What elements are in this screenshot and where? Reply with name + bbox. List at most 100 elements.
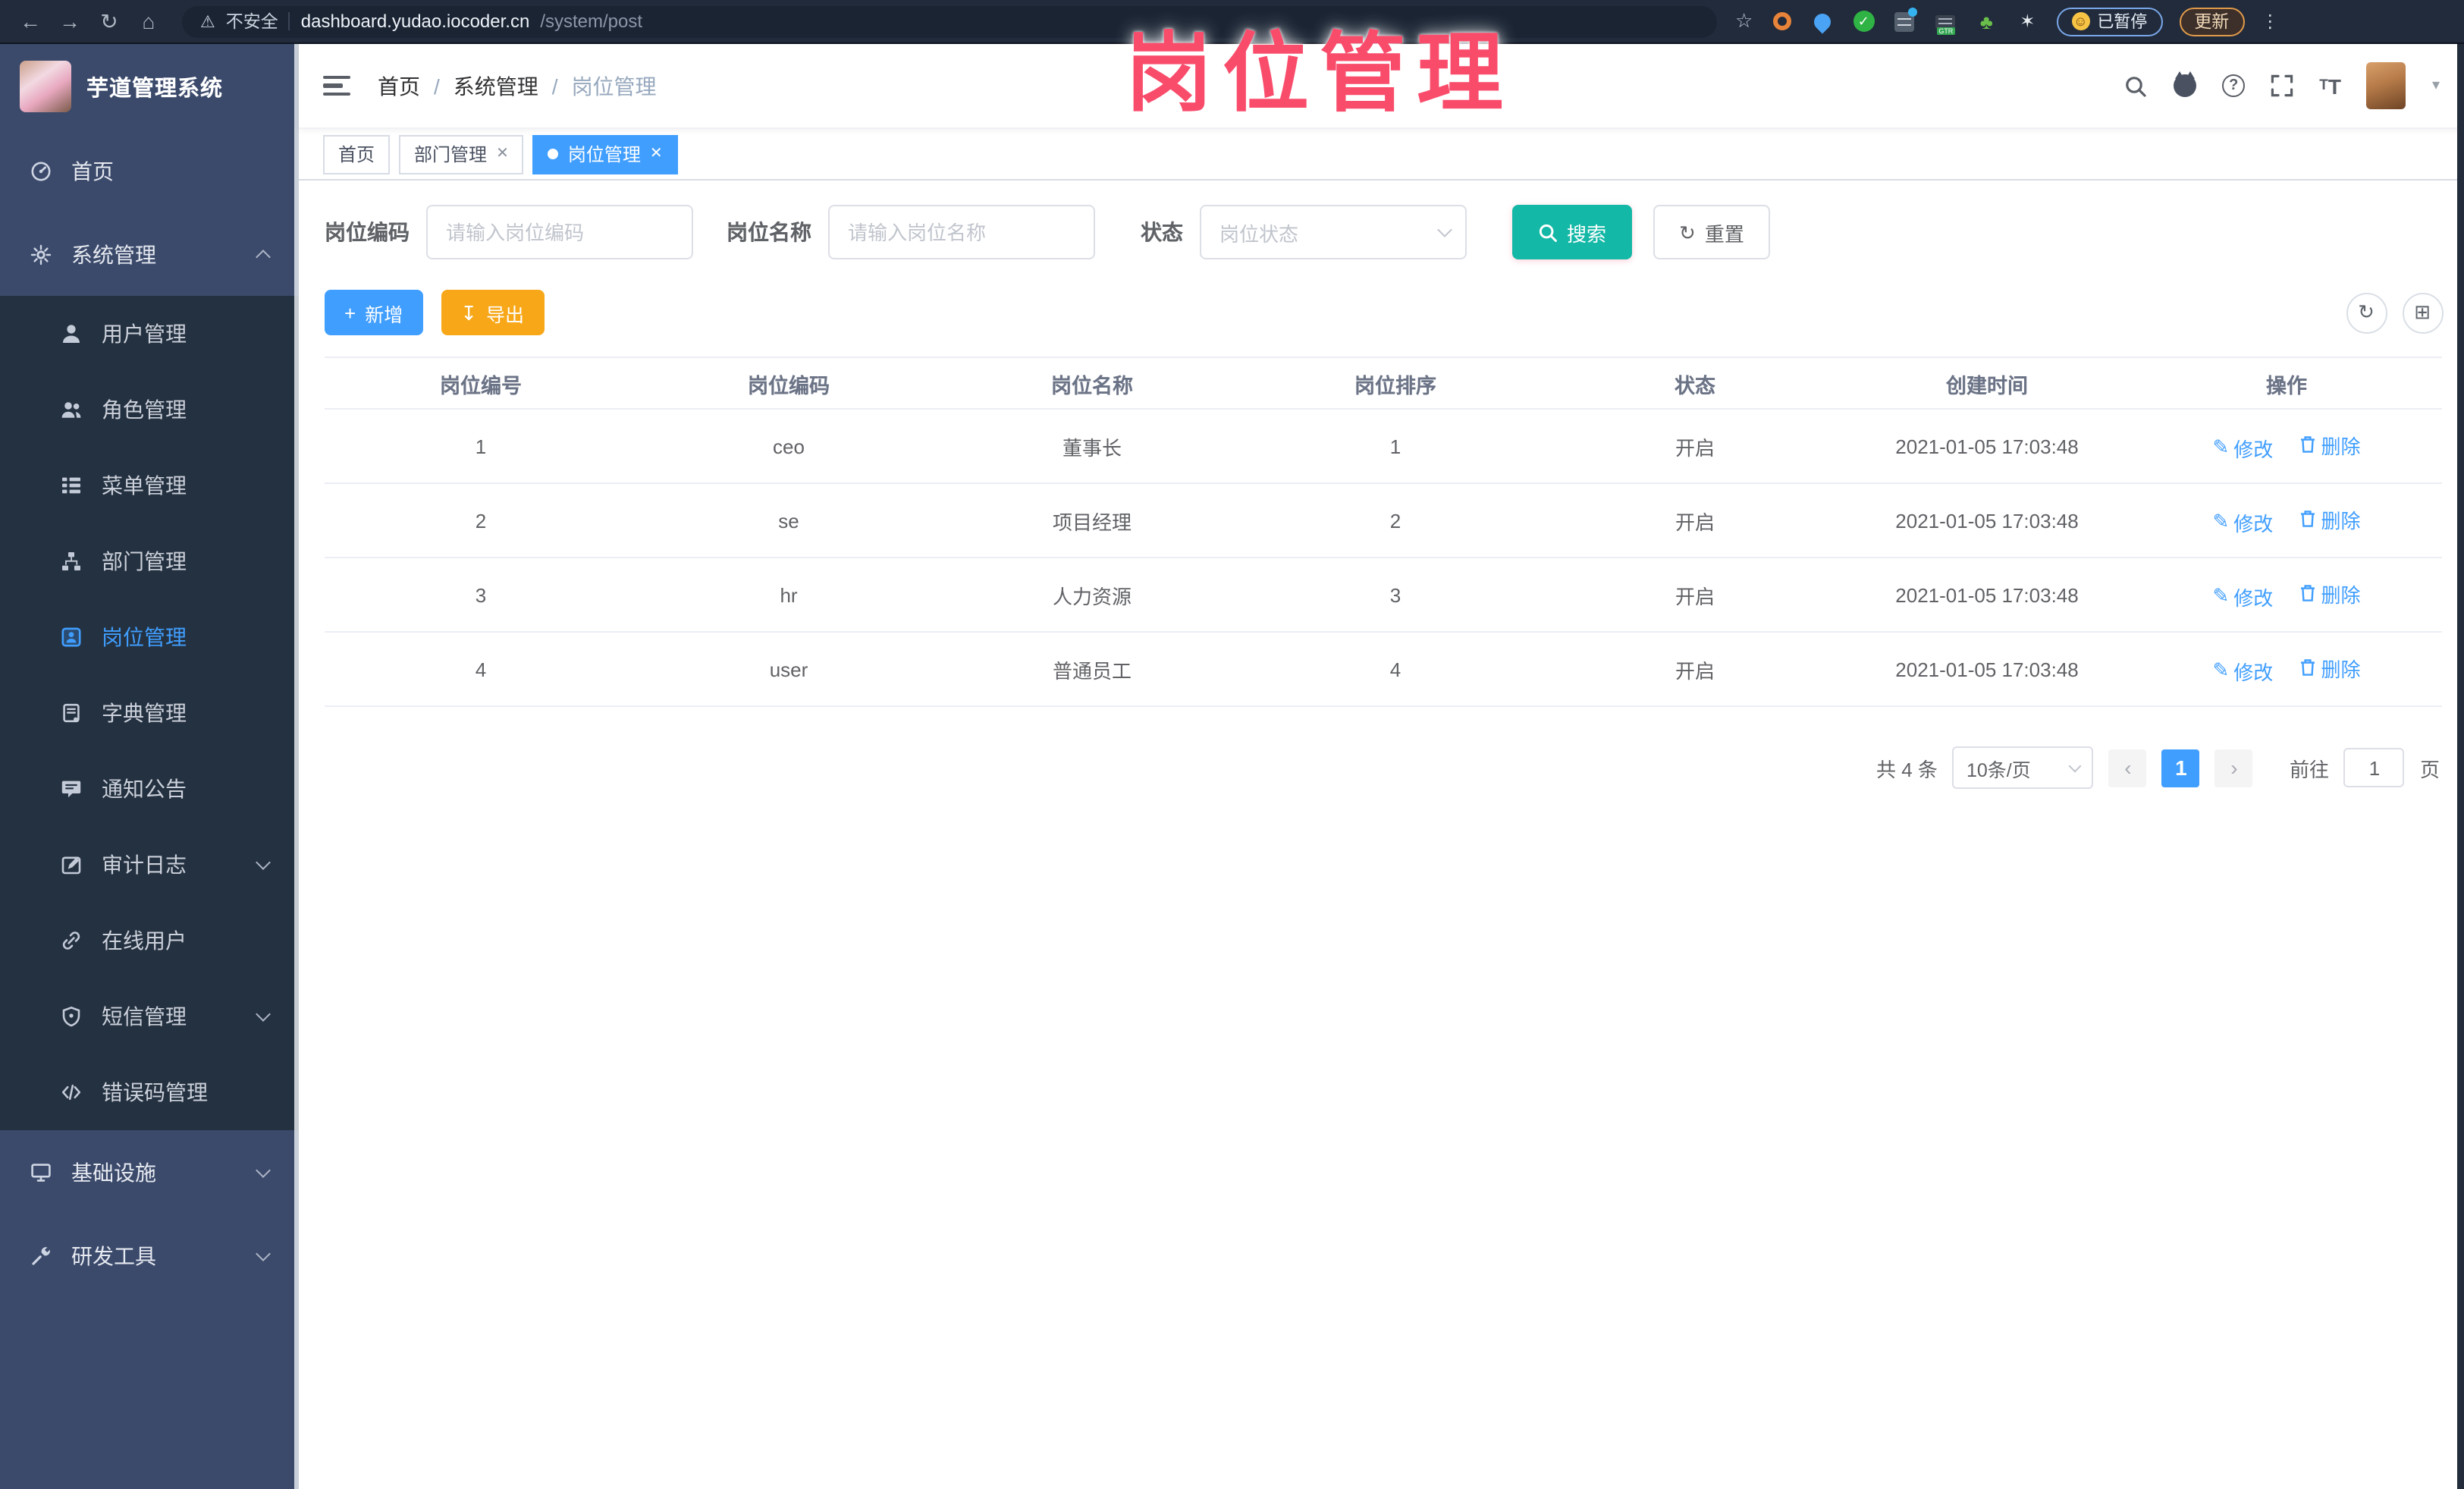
post-badge-icon [61, 627, 82, 648]
extension-check-icon[interactable]: ✓ [1851, 9, 1875, 33]
pencil-icon: ✎ [2212, 658, 2230, 681]
tab-label: 首页 [338, 144, 375, 165]
edit-link[interactable]: ✎ 修改 [2212, 507, 2273, 536]
trash-icon [2301, 436, 2315, 453]
post-code-label: 岗位编码 [325, 220, 410, 244]
cell-post-id: 3 [325, 558, 637, 633]
goto-page-input[interactable] [2343, 748, 2405, 787]
list-icon [61, 475, 82, 496]
cell-post-code: se [637, 483, 940, 558]
next-page-button[interactable]: › [2214, 749, 2253, 787]
delete-link[interactable]: 删除 [2300, 430, 2361, 459]
sidebar-item-system[interactable]: 系统管理 [0, 212, 299, 296]
github-icon[interactable] [2174, 71, 2197, 97]
refresh-icon: ↻ [1679, 221, 1696, 243]
sidebar-item-users[interactable]: 用户管理 [0, 296, 299, 372]
tab-label: 岗位管理 [567, 144, 641, 165]
extension-sliders-icon[interactable] [1892, 7, 1918, 33]
page-size-select[interactable]: 10条/页 [1952, 746, 2094, 789]
col-status: 状态 [1547, 357, 1843, 410]
back-icon[interactable]: ← [12, 5, 49, 38]
post-code-input[interactable] [426, 205, 693, 259]
browser-menu-icon[interactable]: ⋮ [2261, 11, 2279, 32]
extension-orange-icon[interactable] [1769, 9, 1794, 33]
fullscreen-icon[interactable] [2271, 74, 2293, 97]
sidebar-item-label: 错误码管理 [102, 1080, 208, 1104]
extension-tag-icon[interactable]: GTR [1933, 9, 1957, 34]
paused-badge[interactable]: ☺ 已暂停 [2056, 7, 2163, 36]
pagination: 共 4 条 10条/页 ‹ 1 › 前往 页 [325, 746, 2443, 789]
home-icon[interactable]: ⌂ [130, 5, 167, 38]
prev-page-button[interactable]: ‹ [2108, 749, 2147, 787]
not-secure-label[interactable]: 不安全 [226, 9, 278, 33]
sidebar-item-audit-log[interactable]: 审计日志 [0, 827, 299, 903]
window-scrollbar[interactable] [2457, 44, 2464, 1489]
cell-post-sort: 3 [1244, 558, 1547, 633]
hamburger-icon[interactable] [323, 75, 350, 96]
delete-link[interactable]: 删除 [2300, 653, 2361, 682]
export-button[interactable]: ↧ 导出 [441, 290, 545, 335]
forward-icon[interactable]: → [52, 5, 88, 38]
app-logo-row[interactable]: 芋道管理系统 [0, 44, 299, 129]
col-post-name: 岗位名称 [940, 357, 1244, 410]
page-1-button[interactable]: 1 [2161, 749, 2200, 787]
refresh-icon[interactable]: ↻ [91, 5, 127, 38]
cell-created: 2021-01-05 17:03:48 [1843, 409, 2131, 484]
tab-home[interactable]: 首页 [323, 134, 391, 174]
trash-icon [2301, 659, 2315, 676]
sidebar-item-error-codes[interactable]: 错误码管理 [0, 1054, 299, 1130]
sidebar-item-home[interactable]: 首页 [0, 129, 299, 212]
delete-link[interactable]: 删除 [2300, 504, 2361, 533]
tab-post[interactable]: 岗位管理 ✕ [532, 134, 678, 174]
help-icon[interactable]: ? [2222, 74, 2246, 97]
font-size-icon[interactable]: TT [2319, 74, 2341, 98]
search-icon[interactable] [2123, 74, 2148, 98]
delete-link[interactable]: 删除 [2300, 579, 2361, 608]
total-count: 共 4 条 [1876, 758, 1938, 781]
breadcrumb-separator: / [434, 74, 440, 98]
edit-link[interactable]: ✎ 修改 [2212, 656, 2273, 685]
chevron-down-icon [1437, 222, 1452, 237]
sidebar-item-label: 短信管理 [102, 1004, 187, 1029]
post-name-input[interactable] [828, 205, 1095, 259]
refresh-table-button[interactable]: ↻ [2346, 292, 2387, 333]
chevron-up-icon [256, 249, 271, 264]
tab-dept[interactable]: 部门管理 ✕ [399, 134, 524, 174]
update-button[interactable]: 更新 [2179, 7, 2245, 36]
cell-post-code: ceo [637, 409, 940, 484]
sidebar-item-online-users[interactable]: 在线用户 [0, 903, 299, 979]
sidebar-item-devtools[interactable]: 研发工具 [0, 1214, 299, 1297]
sidebar-item-label: 系统管理 [71, 242, 156, 266]
sidebar: 芋道管理系统 首页 系统管理 用户管理 角色管理 菜单管理 部门管理 岗位管理 … [0, 44, 299, 1489]
sidebar-item-departments[interactable]: 部门管理 [0, 523, 299, 599]
page-unit-label: 页 [2419, 758, 2440, 781]
edit-link[interactable]: ✎ 修改 [2212, 433, 2273, 462]
breadcrumb-home[interactable]: 首页 [378, 71, 420, 101]
column-settings-button[interactable]: ⊞ [2402, 292, 2443, 333]
sidebar-item-infrastructure[interactable]: 基础设施 [0, 1130, 299, 1214]
chevron-down-icon [256, 1162, 271, 1177]
bookmark-star-icon[interactable]: ☆ [1735, 9, 1753, 33]
close-icon[interactable]: ✕ [650, 146, 663, 162]
extension-pin-icon[interactable] [1810, 9, 1835, 33]
extension-leaf-icon[interactable]: ♣ [1974, 9, 1998, 33]
extensions-puzzle-icon[interactable]: ✶ [2015, 9, 2039, 33]
sidebar-item-roles[interactable]: 角色管理 [0, 372, 299, 448]
breadcrumb-system[interactable]: 系统管理 [454, 71, 538, 101]
avatar[interactable] [2366, 62, 2406, 109]
edit-link[interactable]: ✎ 修改 [2212, 582, 2273, 611]
sidebar-item-menus[interactable]: 菜单管理 [0, 448, 299, 523]
sidebar-item-dictionary[interactable]: 字典管理 [0, 675, 299, 751]
monitor-icon [30, 1161, 52, 1183]
reset-button[interactable]: ↻ 重置 [1653, 205, 1770, 259]
breadcrumb-separator: / [551, 74, 558, 98]
close-icon[interactable]: ✕ [496, 146, 509, 162]
sidebar-item-posts[interactable]: 岗位管理 [0, 599, 299, 675]
sidebar-item-sms[interactable]: 短信管理 [0, 979, 299, 1054]
add-button[interactable]: + 新增 [325, 290, 423, 335]
search-button[interactable]: 搜索 [1512, 205, 1633, 259]
caret-down-icon[interactable]: ▾ [2432, 77, 2440, 94]
address-bar[interactable]: ⚠ 不安全 dashboard.yudao.iocoder.cn /system… [182, 5, 1717, 37]
status-select[interactable]: 岗位状态 [1200, 205, 1467, 259]
sidebar-item-notices[interactable]: 通知公告 [0, 751, 299, 827]
